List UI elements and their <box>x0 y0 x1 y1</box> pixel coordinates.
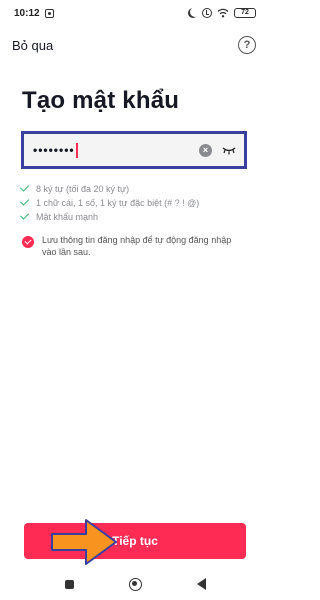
requirement-text: Mật khẩu mạnh <box>36 211 99 222</box>
check-icon <box>19 182 30 192</box>
status-bar: 10:12 72 <box>0 0 270 26</box>
requirement-item: 8 ký tự (tối đa 20 ký tự) <box>19 182 252 195</box>
alarm-icon <box>202 8 212 18</box>
nav-recents-icon[interactable] <box>64 579 74 589</box>
eye-closed-icon[interactable] <box>222 145 236 155</box>
nav-home-icon[interactable] <box>128 577 142 591</box>
requirement-item: Mật khẩu mạnh <box>19 210 252 223</box>
skip-button[interactable]: Bỏ qua <box>12 38 53 53</box>
password-requirements: 8 ký tự (tối đa 20 ký tự) 1 chữ cái, 1 s… <box>19 182 252 224</box>
nav-back-icon[interactable] <box>196 578 206 590</box>
requirement-item: 1 chữ cái, 1 số, 1 ký tự đặc biệt (# ? !… <box>19 196 252 209</box>
clear-icon[interactable]: × <box>199 143 212 157</box>
check-icon <box>19 210 30 220</box>
check-icon <box>19 196 30 206</box>
save-login-option[interactable]: Lưu thông tin đăng nhập để tự động đăng … <box>22 234 254 258</box>
save-login-label: Lưu thông tin đăng nhập để tự động đăng … <box>42 235 232 257</box>
moon-icon <box>190 7 200 17</box>
notification-icon <box>44 8 54 18</box>
password-value[interactable]: •••••••• <box>33 143 75 157</box>
text-caret <box>75 142 78 158</box>
system-nav-bar <box>0 572 270 596</box>
battery-icon: 72 <box>234 8 256 18</box>
requirement-text: 8 ký tự (tối đa 20 ký tự) <box>36 183 130 194</box>
wifi-icon <box>217 8 229 18</box>
status-icons: 72 <box>187 8 256 18</box>
page-title: Tạo mật khẩu <box>22 87 180 114</box>
status-time: 10:12 <box>14 7 40 19</box>
arrow-annotation-icon <box>51 519 117 565</box>
checkbox-icon[interactable] <box>22 236 34 248</box>
top-bar: Bỏ qua ? <box>0 30 270 60</box>
requirement-text: 1 chữ cái, 1 số, 1 ký tự đặc biệt (# ? !… <box>36 197 200 208</box>
help-icon[interactable]: ? <box>238 36 256 54</box>
password-field[interactable]: •••••••• × <box>21 131 247 169</box>
